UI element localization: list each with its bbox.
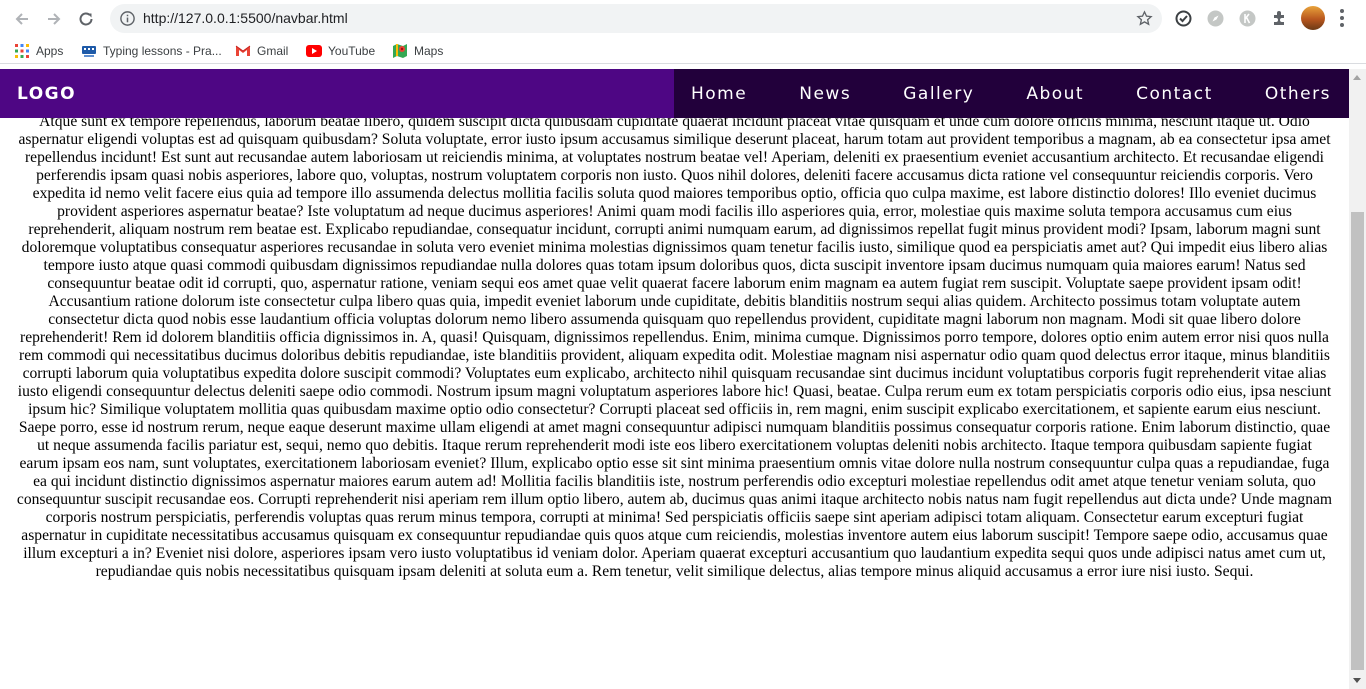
- menu-dot: [1340, 16, 1344, 20]
- nav-link-news[interactable]: News: [799, 84, 851, 104]
- arrow-right-icon: [48, 13, 61, 25]
- page-viewport: Lorem ipsum dolor sit amet consectetur a…: [0, 69, 1349, 689]
- scroll-down-arrow-icon[interactable]: [1353, 678, 1361, 683]
- extension-sync-icon[interactable]: [1174, 9, 1193, 28]
- extension-k-icon[interactable]: [1238, 9, 1257, 28]
- bookmark-label: Typing lessons - Pra...: [103, 44, 222, 58]
- menu-dot: [1340, 9, 1344, 13]
- youtube-icon: [306, 43, 322, 59]
- bookmark-gmail[interactable]: Gmail: [235, 41, 288, 61]
- maps-icon: [392, 43, 408, 59]
- forward-button[interactable]: [42, 7, 66, 31]
- nav-link-contact[interactable]: Contact: [1136, 84, 1213, 104]
- logo-text[interactable]: LOGO: [17, 84, 76, 104]
- extension-compass-icon[interactable]: [1206, 9, 1225, 28]
- nav-link-about[interactable]: About: [1026, 84, 1084, 104]
- bookmark-label: Apps: [36, 44, 64, 58]
- bookmark-typing-lessons[interactable]: Typing lessons - Pra...: [81, 41, 222, 61]
- site-navbar: LOGO Home News Gallery About Contact Oth…: [0, 69, 1349, 118]
- scrollbar-thumb[interactable]: [1351, 212, 1364, 670]
- info-icon[interactable]: [119, 10, 136, 27]
- address-bar[interactable]: http://127.0.0.1:5500/navbar.html: [110, 4, 1162, 33]
- bookmark-label: Gmail: [257, 44, 289, 58]
- lorem-paragraph: Lorem ipsum dolor sit amet consectetur a…: [16, 69, 1333, 580]
- reload-button[interactable]: [74, 7, 98, 31]
- bookmark-maps[interactable]: Maps: [392, 41, 443, 61]
- typing-icon: [81, 43, 97, 59]
- nav-link-home[interactable]: Home: [691, 84, 747, 104]
- navbar-links: Home News Gallery About Contact Others: [674, 69, 1349, 118]
- bookmarks-bar: Apps Typing lessons - Pra... Gmail YouTu…: [0, 37, 1366, 64]
- scroll-up-arrow-icon[interactable]: [1353, 75, 1361, 80]
- navbar-brand: LOGO: [0, 69, 674, 118]
- menu-dot: [1340, 23, 1344, 27]
- bookmark-apps[interactable]: Apps: [14, 41, 63, 61]
- browser-menu-button[interactable]: [1340, 9, 1344, 27]
- nav-link-gallery[interactable]: Gallery: [903, 84, 974, 104]
- back-button[interactable]: [10, 7, 34, 31]
- extensions-puzzle-icon[interactable]: [1270, 9, 1289, 28]
- gmail-icon: [235, 43, 251, 59]
- bookmark-label: YouTube: [328, 44, 376, 58]
- browser-toolbar: http://127.0.0.1:5500/navbar.html: [0, 0, 1366, 37]
- bookmark-label: Maps: [414, 44, 444, 58]
- bookmark-youtube[interactable]: YouTube: [306, 41, 375, 61]
- reload-icon: [79, 12, 93, 26]
- apps-grid-icon: [14, 43, 30, 59]
- url-text[interactable]: http://127.0.0.1:5500/navbar.html: [143, 10, 348, 26]
- profile-avatar[interactable]: [1301, 6, 1325, 30]
- bookmark-star-icon[interactable]: [1136, 10, 1153, 27]
- arrow-left-icon: [15, 13, 28, 25]
- page-scrollbar[interactable]: [1349, 69, 1366, 689]
- nav-link-others[interactable]: Others: [1265, 84, 1331, 104]
